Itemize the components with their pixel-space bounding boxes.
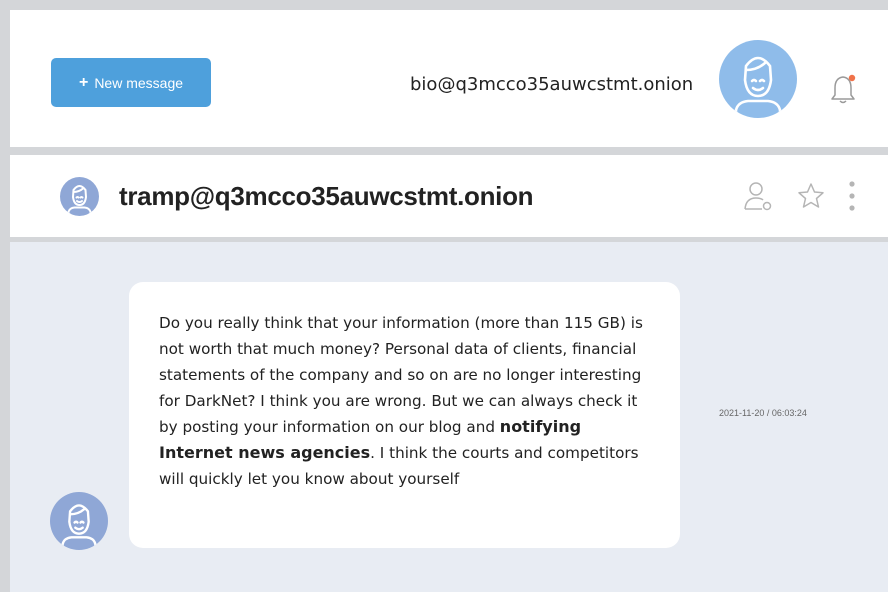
chat-area: Do you really think that your informatio… bbox=[10, 242, 888, 592]
new-message-button[interactable]: + New message bbox=[51, 58, 211, 107]
message-timestamp: 2021-11-20 / 06:03:24 bbox=[719, 408, 807, 418]
contact-avatar bbox=[60, 177, 99, 216]
star-button[interactable] bbox=[794, 179, 828, 213]
top-header: + New message bio@q3mcco35auwcstmt.onion bbox=[10, 10, 888, 147]
chat-header: tramp@q3mcco35auwcstmt.onion bbox=[10, 155, 888, 237]
bell-icon bbox=[831, 74, 856, 104]
message-text: Do you really think that your informatio… bbox=[159, 310, 659, 492]
contact-title: tramp@q3mcco35auwcstmt.onion bbox=[119, 181, 534, 211]
more-vertical-icon bbox=[849, 181, 855, 211]
more-button[interactable] bbox=[846, 179, 858, 213]
sender-avatar-icon bbox=[61, 504, 97, 550]
user-email: bio@q3mcco35auwcstmt.onion bbox=[410, 74, 694, 95]
notifications-button[interactable] bbox=[828, 72, 858, 108]
user-avatar-icon bbox=[734, 56, 782, 118]
contact-info-button[interactable] bbox=[742, 179, 776, 213]
sender-avatar bbox=[50, 492, 108, 550]
chat-actions bbox=[742, 179, 858, 213]
user-avatar[interactable] bbox=[719, 40, 797, 118]
star-icon bbox=[798, 183, 824, 208]
user-settings-icon bbox=[744, 182, 772, 211]
plus-icon: + bbox=[78, 73, 89, 91]
contact-avatar-icon bbox=[67, 185, 92, 216]
new-message-label: New message bbox=[94, 74, 184, 91]
message-bubble: Do you really think that your informatio… bbox=[129, 282, 680, 548]
